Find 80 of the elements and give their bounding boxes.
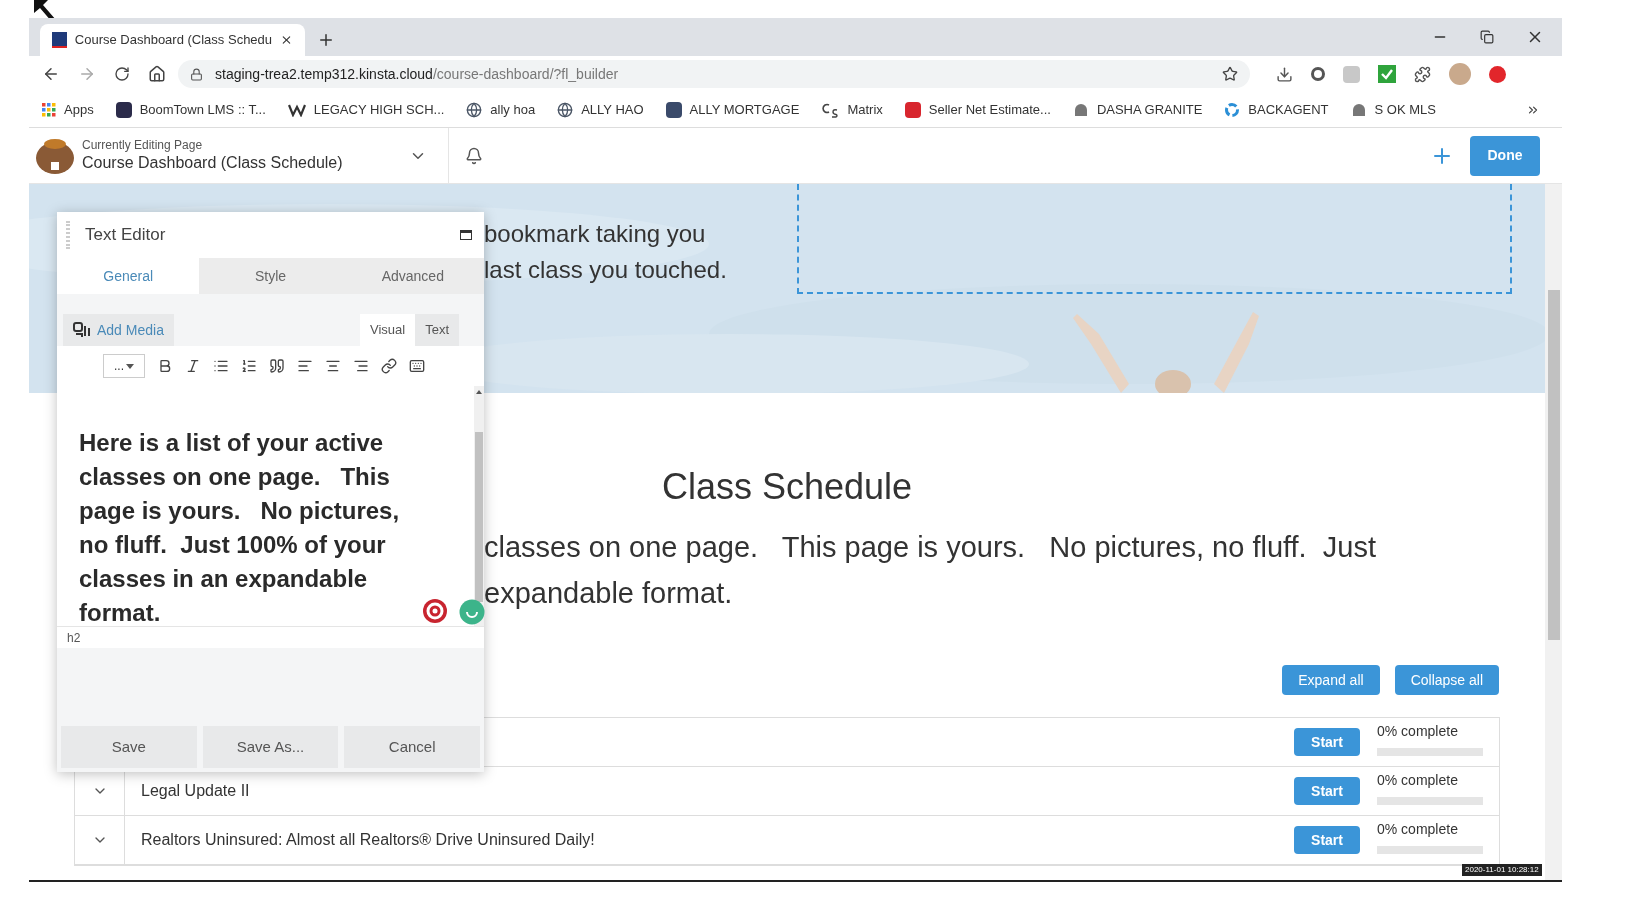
progress-label: 0% complete bbox=[1377, 721, 1459, 741]
dome-icon bbox=[1072, 101, 1089, 118]
globe-icon bbox=[466, 101, 483, 118]
progress-label: 0% complete bbox=[1377, 770, 1459, 790]
course-title: Legal Update II bbox=[141, 781, 250, 801]
editor-mode-tab[interactable]: Text bbox=[415, 314, 459, 346]
back-icon[interactable] bbox=[42, 65, 60, 83]
browser-tab[interactable]: Course Dashboard (Class Schedu bbox=[40, 24, 305, 56]
page-scrollbar[interactable] bbox=[1545, 184, 1562, 880]
align-left-icon[interactable] bbox=[297, 358, 313, 374]
bold-icon[interactable] bbox=[157, 358, 173, 374]
new-tab-icon[interactable] bbox=[317, 31, 335, 49]
link-icon[interactable] bbox=[381, 358, 397, 374]
recording-timestamp: 2020-11-01 10:28:12 bbox=[1462, 864, 1542, 876]
bookmark-item[interactable]: ALLY MORTGAGE bbox=[665, 99, 800, 120]
numbered-list-icon[interactable] bbox=[241, 358, 257, 374]
bookmark-item[interactable]: BACKAGENT bbox=[1224, 99, 1329, 120]
extensions-icon[interactable] bbox=[1414, 65, 1431, 83]
tab-title: Course Dashboard (Class Schedu bbox=[74, 31, 273, 50]
progress-label: 0% complete bbox=[1377, 819, 1459, 839]
bookmark-item[interactable]: Seller Net Estimate... bbox=[904, 99, 1051, 120]
ring-logo-icon bbox=[1224, 101, 1241, 118]
panel-action-button[interactable]: Cancel bbox=[344, 726, 480, 768]
editing-caption: Currently Editing Page bbox=[82, 138, 204, 153]
editor-scrollbar[interactable] bbox=[474, 386, 484, 626]
panel-title: Text Editor bbox=[85, 224, 166, 247]
assistant-icon[interactable] bbox=[459, 599, 485, 625]
bookmark-item[interactable]: DASHA GRANITE bbox=[1072, 99, 1203, 120]
italic-icon[interactable] bbox=[185, 358, 201, 374]
site-favicon-icon bbox=[52, 32, 67, 48]
intro-text: classes on one page. This page is yours. No pictures, no fluff. Just bbox=[484, 530, 1377, 565]
address-bar[interactable]: staging-trea2.temp312.kinsta.cloud/course-dashboard/?fl_builder bbox=[178, 60, 1250, 88]
lock-icon bbox=[190, 67, 203, 81]
editor-content: Here is a list of your active classes on one page. This page is yours. No pictures, no fluff. Just 100% of your classes in an expandable format. bbox=[78, 428, 401, 626]
bookmark-item[interactable]: BoomTown LMS :: T... bbox=[115, 99, 266, 120]
target-icon[interactable] bbox=[422, 598, 448, 624]
quote-icon[interactable] bbox=[269, 358, 285, 374]
bookmark-item[interactable]: Matrix bbox=[821, 99, 883, 120]
dropdown-caret-icon bbox=[126, 363, 134, 369]
hero-text: last class you touched. bbox=[484, 256, 727, 284]
checkmark-extension-icon[interactable] bbox=[1378, 65, 1396, 83]
close-tab-icon[interactable] bbox=[280, 33, 293, 47]
w-logo-icon bbox=[287, 102, 306, 117]
keyboard-icon[interactable] bbox=[409, 358, 425, 374]
bookmark-item[interactable]: ally hoa bbox=[466, 99, 536, 120]
home-icon[interactable] bbox=[148, 65, 166, 83]
bookmark-item[interactable]: Apps bbox=[42, 99, 94, 120]
download-icon[interactable] bbox=[1276, 65, 1293, 83]
align-center-icon[interactable] bbox=[325, 358, 341, 374]
panel-action-button[interactable]: Save As... bbox=[202, 726, 339, 768]
panel-action-button[interactable]: Save bbox=[61, 726, 197, 768]
dome-icon bbox=[1350, 101, 1367, 118]
globe-icon bbox=[557, 101, 574, 118]
hero-text: bookmark taking you bbox=[484, 220, 707, 248]
element-path: h2 bbox=[67, 629, 81, 647]
panel-tab[interactable]: Advanced bbox=[341, 258, 484, 294]
bookmark-star-icon[interactable] bbox=[1222, 66, 1238, 82]
page-title: Course Dashboard (Class Schedule) bbox=[82, 153, 344, 173]
drag-handle-icon[interactable] bbox=[66, 221, 70, 249]
bookmark-item[interactable]: LEGACY HIGH SCH... bbox=[287, 99, 445, 120]
format-select[interactable]: ... bbox=[103, 354, 145, 378]
notifications-icon[interactable] bbox=[465, 146, 483, 165]
align-right-icon[interactable] bbox=[353, 358, 369, 374]
url-text: staging-trea2.temp312.kinsta.cloud/course-dashboard/?fl_builder bbox=[215, 64, 619, 84]
reload-icon[interactable] bbox=[114, 66, 130, 82]
restore-icon[interactable] bbox=[1480, 30, 1494, 44]
extension-icon[interactable] bbox=[1489, 65, 1506, 83]
bookmark-item[interactable]: ALLY HAO bbox=[557, 99, 644, 120]
bookmark-item[interactable]: S OK MLS bbox=[1350, 99, 1436, 120]
circle-extension-icon[interactable] bbox=[1311, 67, 1325, 81]
maximize-icon[interactable] bbox=[460, 230, 472, 240]
section-heading: Class Schedule bbox=[661, 465, 913, 509]
bullet-list-icon[interactable] bbox=[213, 358, 229, 374]
editor-mode-tab[interactable]: Visual bbox=[359, 314, 416, 346]
media-icon bbox=[73, 322, 91, 338]
apps-grid-icon bbox=[42, 102, 56, 117]
panel-tab[interactable]: Style bbox=[199, 258, 342, 294]
cs-logo-icon bbox=[821, 101, 840, 118]
course-title: Realtors Uninsured: Almost all Realtors® Drive Uninsured Daily! bbox=[141, 830, 595, 850]
intro-text: expandable format. bbox=[484, 576, 734, 611]
